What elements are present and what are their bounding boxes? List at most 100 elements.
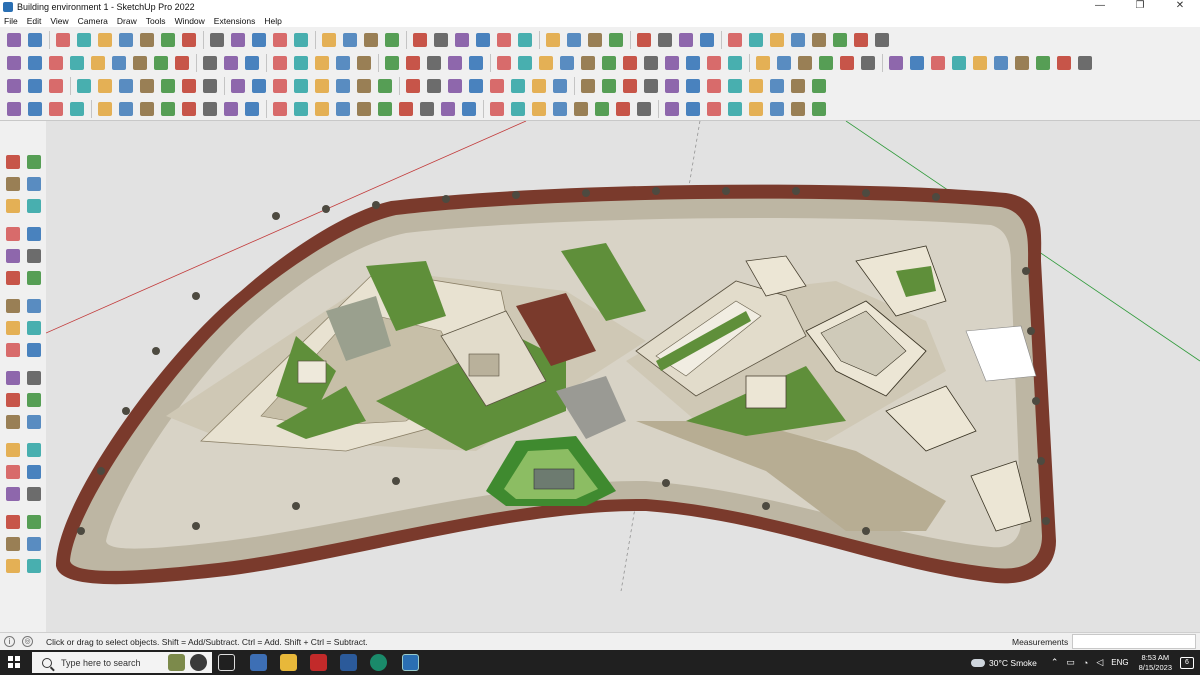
toolbar-tool-icon[interactable] (578, 76, 598, 96)
close-button[interactable]: ✕ (1160, 0, 1200, 14)
toolbar-tool-icon[interactable] (494, 53, 514, 73)
toolbar-tool-icon[interactable] (592, 99, 612, 119)
toolbar-tool-icon[interactable] (270, 30, 290, 50)
menu-tools[interactable]: Tools (146, 16, 166, 26)
toolbar-tool-icon[interactable] (431, 30, 451, 50)
toolbar-tool-icon[interactable] (116, 99, 136, 119)
toolbar-tool-icon[interactable] (291, 99, 311, 119)
toolbar-tool-icon[interactable] (620, 53, 640, 73)
toolbar-tool-icon[interactable] (634, 30, 654, 50)
toolbar-tool-icon[interactable] (221, 99, 241, 119)
toolbar-tool-icon[interactable] (25, 30, 45, 50)
line-icon[interactable] (3, 224, 23, 244)
toolbar-tool-icon[interactable] (67, 53, 87, 73)
weather-widget[interactable]: 30°C Smoke (971, 658, 1037, 668)
walk-icon[interactable] (3, 534, 23, 554)
toolbar-tool-icon[interactable] (767, 99, 787, 119)
toolbar-tool-icon[interactable] (774, 53, 794, 73)
toolbar-tool-icon[interactable] (228, 30, 248, 50)
toolbar-tool-icon[interactable] (599, 76, 619, 96)
toolbar-tool-icon[interactable] (508, 99, 528, 119)
toolbar-tool-icon[interactable] (25, 76, 45, 96)
walk-icon[interactable] (24, 440, 44, 460)
geolocation-icon[interactable]: ◎ (22, 636, 33, 647)
toolbar-tool-icon[interactable] (4, 76, 24, 96)
toolbar-tool-icon[interactable] (928, 53, 948, 73)
zoom-window-icon[interactable] (24, 462, 44, 482)
wifi-icon[interactable]: ◔ (1083, 658, 1088, 668)
toolbar-tool-icon[interactable] (578, 53, 598, 73)
toolbar-tool-icon[interactable] (403, 76, 423, 96)
toolbar-tool-icon[interactable] (788, 76, 808, 96)
toolbar-tool-icon[interactable] (683, 76, 703, 96)
toolbar-tool-icon[interactable] (228, 76, 248, 96)
toolbar-tool-icon[interactable] (270, 76, 290, 96)
toolbar-tool-icon[interactable] (242, 53, 262, 73)
language-indicator[interactable]: ENG (1111, 658, 1128, 667)
menu-window[interactable]: Window (175, 16, 205, 26)
toolbar-tool-icon[interactable] (179, 99, 199, 119)
toolbar-tool-icon[interactable] (809, 30, 829, 50)
orbit-icon[interactable] (24, 152, 44, 172)
sandbox-icon[interactable] (24, 534, 44, 554)
toolbar-tool-icon[interactable] (291, 76, 311, 96)
toolbar-tool-icon[interactable] (137, 30, 157, 50)
menu-draw[interactable]: Draw (117, 16, 137, 26)
toolbar-tool-icon[interactable] (291, 30, 311, 50)
toolbar-tool-icon[interactable] (200, 76, 220, 96)
clock[interactable]: 8:53 AM 8/15/2023 (1139, 653, 1172, 673)
toolbar-tool-icon[interactable] (536, 53, 556, 73)
toolbar-tool-icon[interactable] (529, 99, 549, 119)
toolbar-tool-icon[interactable] (473, 30, 493, 50)
menu-extensions[interactable]: Extensions (214, 16, 256, 26)
network-icon[interactable]: ▭ (1066, 657, 1075, 668)
toolbar-tool-icon[interactable] (179, 30, 199, 50)
select-icon[interactable] (24, 556, 44, 576)
push-pull-icon[interactable] (24, 318, 44, 338)
toolbar-tool-icon[interactable] (25, 53, 45, 73)
toolbar-tool-icon[interactable] (172, 53, 192, 73)
toolbar-tool-icon[interactable] (949, 53, 969, 73)
pencil-icon[interactable] (24, 196, 44, 216)
toolbar-tool-icon[interactable] (620, 76, 640, 96)
taskbar-app-autocad-icon[interactable] (310, 654, 327, 671)
protractor-icon[interactable] (3, 412, 23, 432)
toolbar-tool-icon[interactable] (95, 99, 115, 119)
toolbar-tool-icon[interactable] (46, 53, 66, 73)
toolbar-tool-icon[interactable] (753, 53, 773, 73)
toolbar-tool-icon[interactable] (851, 30, 871, 50)
toolbar-tool-icon[interactable] (445, 76, 465, 96)
toolbar-tool-icon[interactable] (767, 76, 787, 96)
toolbar-tool-icon[interactable] (746, 30, 766, 50)
toolbar-tool-icon[interactable] (466, 76, 486, 96)
toolbar-tool-icon[interactable] (95, 30, 115, 50)
toolbar-tool-icon[interactable] (151, 53, 171, 73)
toolbar-tool-icon[interactable] (354, 76, 374, 96)
toolbar-tool-icon[interactable] (403, 53, 423, 73)
toolbar-tool-icon[interactable] (585, 30, 605, 50)
toolbar-tool-icon[interactable] (249, 30, 269, 50)
info-icon[interactable]: i (4, 636, 15, 647)
toolbar-tool-icon[interactable] (634, 99, 654, 119)
minimize-button[interactable]: — (1080, 0, 1120, 14)
toolbar-tool-icon[interactable] (613, 99, 633, 119)
notifications-icon[interactable]: 6 (1180, 656, 1194, 669)
measurements-input[interactable] (1072, 634, 1196, 649)
toolbar-tool-icon[interactable] (725, 53, 745, 73)
toolbar-tool-icon[interactable] (116, 76, 136, 96)
toolbar-tool-icon[interactable] (207, 30, 227, 50)
toolbar-tool-icon[interactable] (746, 99, 766, 119)
toolbar-tool-icon[interactable] (333, 76, 353, 96)
toolbar-tool-icon[interactable] (683, 53, 703, 73)
toolbar-tool-icon[interactable] (179, 76, 199, 96)
volume-icon[interactable]: ◁ (1096, 657, 1103, 668)
windows-start-icon[interactable] (8, 656, 20, 668)
text-icon[interactable] (24, 390, 44, 410)
toolbar-tool-icon[interactable] (375, 99, 395, 119)
pie-icon[interactable] (24, 296, 44, 316)
tape-icon[interactable] (3, 390, 23, 410)
3d-viewport[interactable] (46, 121, 1200, 632)
toolbar-tool-icon[interactable] (249, 76, 269, 96)
toolbar-tool-icon[interactable] (641, 76, 661, 96)
toolbar-tool-icon[interactable] (991, 53, 1011, 73)
